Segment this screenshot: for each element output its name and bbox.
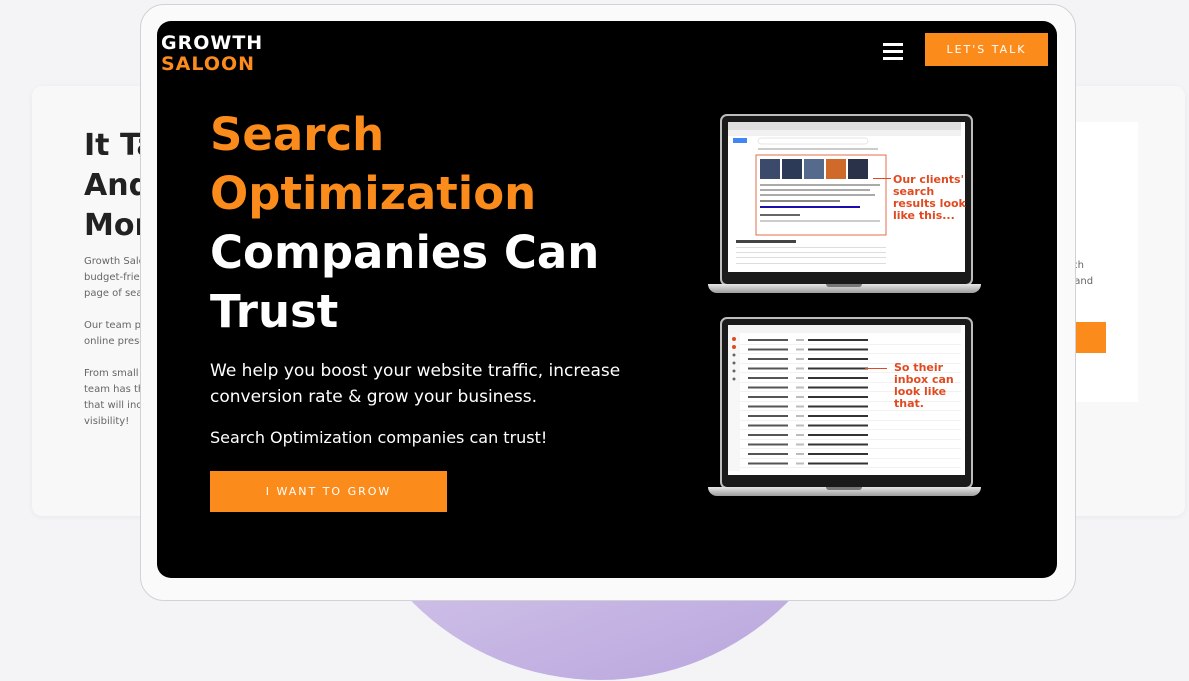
annotation-line: like this... bbox=[893, 209, 955, 222]
logo-bottom-text: SALOON bbox=[161, 53, 256, 75]
logo-top-text: GROWTH bbox=[161, 32, 264, 54]
headline-line: Optimization bbox=[210, 167, 537, 220]
search-annotation: Our clients' search results look like th… bbox=[893, 174, 966, 222]
i-want-to-grow-button[interactable]: I WANT TO GROW bbox=[210, 471, 447, 512]
annotation-arrow bbox=[873, 178, 891, 179]
laptop-notch bbox=[826, 284, 862, 287]
inbox-annotation: So their inbox can look like that. bbox=[894, 362, 954, 410]
hero-subtitle: We help you boost your website traffic, … bbox=[210, 361, 621, 407]
laptop-notch bbox=[826, 487, 862, 490]
headline-line: Search bbox=[210, 108, 385, 161]
lets-talk-button[interactable]: LET'S TALK bbox=[925, 33, 1048, 66]
annotation-line: that. bbox=[894, 397, 924, 410]
hero-tagline: Search Optimization companies can trust! bbox=[210, 428, 548, 447]
hero-headline: Search Optimization Companies Can Trust bbox=[210, 105, 599, 341]
headline-line: Companies Can bbox=[210, 226, 600, 279]
growth-saloon-logo[interactable]: GROWTH SALOON bbox=[161, 33, 263, 75]
headline-line: Trust bbox=[210, 285, 339, 338]
annotation-arrow bbox=[865, 368, 887, 369]
menu-icon[interactable] bbox=[883, 43, 903, 61]
hero-screen: GROWTH SALOON LET'S TALK Search Optimiza… bbox=[157, 21, 1057, 578]
